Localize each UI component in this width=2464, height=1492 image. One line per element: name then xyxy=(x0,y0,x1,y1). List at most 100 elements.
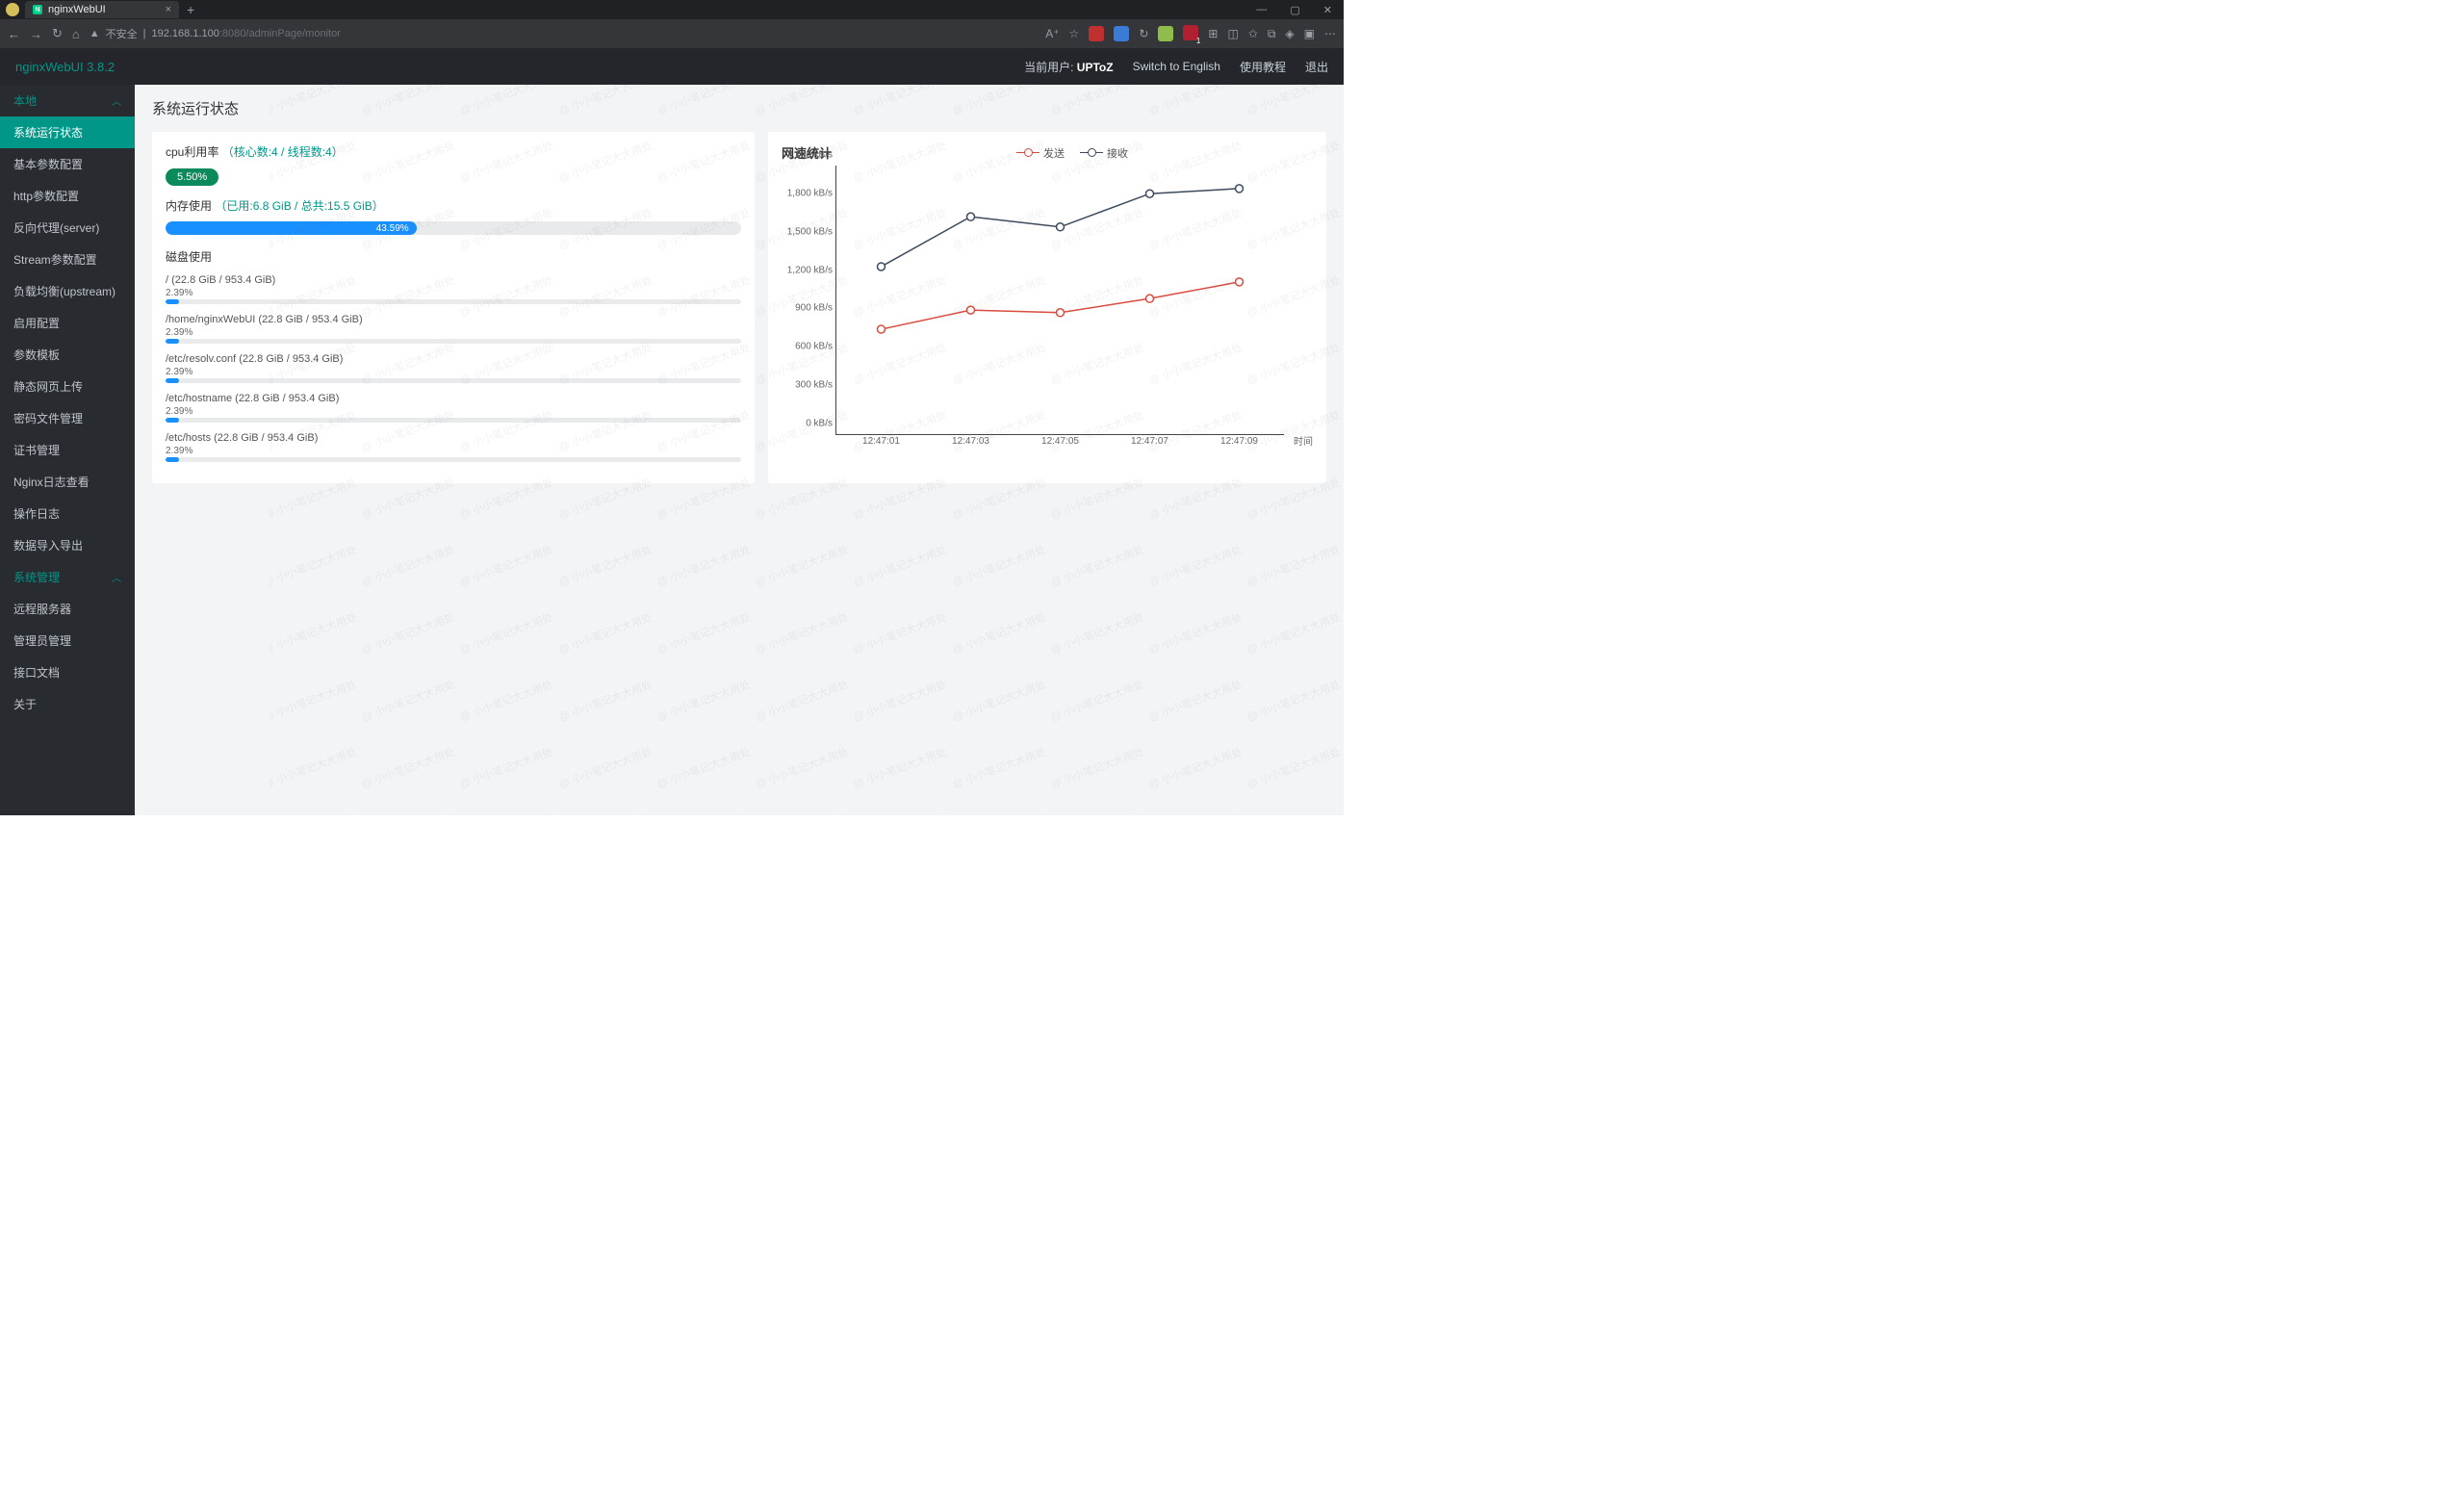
watermark-text: @ 小小笔记大大用处 xyxy=(1146,609,1262,707)
window-minimize-button[interactable]: — xyxy=(1250,4,1272,16)
extension-blue-icon[interactable] xyxy=(1114,26,1129,41)
sidebar-group-system[interactable]: 系统管理 ︿ xyxy=(0,561,135,593)
network-chart-panel: 网速统计 发送 接收 0 kB/s300 kB/s600 kB/s900 kB/… xyxy=(768,132,1326,483)
new-tab-button[interactable]: + xyxy=(181,2,200,17)
watermark-text: @ 小小笔记大大用处 xyxy=(359,744,475,815)
watermark-text: @ 小小笔记大大用处 xyxy=(852,475,967,572)
sidebar-item[interactable]: 证书管理 xyxy=(0,434,135,466)
nav-back-button[interactable]: ← xyxy=(8,27,20,41)
sidepanel-icon[interactable]: ◫ xyxy=(1227,27,1238,40)
disk-pct: 2.39% xyxy=(166,367,741,377)
window-controls: — ▢ ✕ xyxy=(1250,4,1338,16)
watermark-text: @ 小小笔记大大用处 xyxy=(458,542,574,639)
watermark-text: @ 小小笔记大大用处 xyxy=(1245,744,1344,815)
switch-language-link[interactable]: Switch to English xyxy=(1133,60,1220,73)
legend-item-send[interactable]: 发送 xyxy=(1016,145,1065,161)
nav-home-button[interactable]: ⌂ xyxy=(72,27,80,41)
sidebar-item[interactable]: 数据导入导出 xyxy=(0,529,135,561)
extension-green-icon[interactable] xyxy=(1158,26,1173,41)
sidebar: 本地 ︿ 系统运行状态基本参数配置http参数配置反向代理(server)Str… xyxy=(0,85,135,815)
watermark-text: @ 小小笔记大大用处 xyxy=(950,677,1065,774)
sidebar-item[interactable]: 远程服务器 xyxy=(0,593,135,625)
sidebar-item[interactable]: 关于 xyxy=(0,688,135,720)
chart-x-label: 时间 xyxy=(1294,433,1313,448)
disk-bar-track xyxy=(166,339,741,344)
chart-legend: 发送 接收 xyxy=(832,145,1313,161)
x-tick-label: 12:47:05 xyxy=(1041,436,1079,447)
browser-menu-icon[interactable]: ⋯ xyxy=(1324,27,1336,40)
tutorial-link[interactable]: 使用教程 xyxy=(1240,59,1286,75)
sidebar-item[interactable]: 接口文档 xyxy=(0,656,135,688)
disk-pct: 2.39% xyxy=(166,288,741,298)
browser-toolbar-right: A⁺ ☆ ↻ 1 ⊞ ◫ ✩ ⧉ ◈ ▣ ⋯ xyxy=(1045,25,1336,43)
logout-link[interactable]: 退出 xyxy=(1305,59,1328,75)
sidebar-item[interactable]: 反向代理(server) xyxy=(0,212,135,244)
cpu-label: cpu利用率 xyxy=(166,145,218,159)
browser-tab[interactable]: N nginxWebUI × xyxy=(25,1,179,18)
watermark-text: @ 小小笔记大大用处 xyxy=(654,609,770,707)
watermark-text: @ 小小笔记大大用处 xyxy=(458,811,574,815)
watermark-text: @ 小小笔记大大用处 xyxy=(359,677,475,774)
watermark-text: @ 小小笔记大大用处 xyxy=(654,744,770,815)
address-bar[interactable]: ▲ 不安全 | 192.168.1.100:8080/adminPage/mon… xyxy=(90,26,341,41)
ai-icon[interactable]: A⁺ xyxy=(1045,27,1059,40)
wallet-icon[interactable]: ◈ xyxy=(1285,27,1294,40)
y-tick-label: 300 kB/s xyxy=(795,380,833,391)
y-tick-label: 1,500 kB/s xyxy=(787,226,833,237)
sidebar-item[interactable]: 负载均衡(upstream) xyxy=(0,275,135,307)
sidebar-item[interactable]: 静态网页上传 xyxy=(0,371,135,402)
watermark-text: @ 小小笔记大大用处 xyxy=(1048,542,1164,639)
extension-red-icon[interactable] xyxy=(1089,26,1104,41)
watermark-text: @ 小小笔记大大用处 xyxy=(270,677,376,774)
watermark-text: @ 小小笔记大大用处 xyxy=(556,811,672,815)
nav-reload-button[interactable]: ↻ xyxy=(52,26,63,41)
watermark-text: @ 小小笔记大大用处 xyxy=(556,475,672,572)
address-insecure-label: 不安全 xyxy=(106,26,138,41)
window-maximize-button[interactable]: ▢ xyxy=(1284,4,1305,16)
tab-title: nginxWebUI xyxy=(48,4,106,15)
sidebar-item[interactable]: 启用配置 xyxy=(0,307,135,339)
sidebar-item[interactable]: 参数模板 xyxy=(0,339,135,371)
sidebar-item[interactable]: http参数配置 xyxy=(0,180,135,212)
chart-point xyxy=(1146,190,1154,197)
extension-reload-icon[interactable]: ↻ xyxy=(1139,27,1148,40)
extensions-grid-icon[interactable]: ⊞ xyxy=(1208,27,1218,40)
watermark-text: @ 小小笔记大大用处 xyxy=(270,609,376,707)
chart-point xyxy=(1146,295,1154,302)
chart-point xyxy=(1057,309,1065,317)
favorite-star-icon[interactable]: ☆ xyxy=(1069,27,1080,40)
watermark-text: @ 小小笔记大大用处 xyxy=(270,542,376,639)
browser-tab-bar: N nginxWebUI × + xyxy=(6,0,200,19)
extension-badge-icon[interactable]: 1 xyxy=(1183,25,1198,43)
sidebar-item[interactable]: 密码文件管理 xyxy=(0,402,135,434)
watermark-text: @ 小小笔记大大用处 xyxy=(753,811,868,815)
watermark-text: @ 小小笔记大大用处 xyxy=(458,744,574,815)
sidebar-item[interactable]: 操作日志 xyxy=(0,498,135,529)
nav-forward-button[interactable]: → xyxy=(30,27,42,41)
sidebar-item[interactable]: 管理员管理 xyxy=(0,625,135,656)
chart-point xyxy=(1236,278,1244,286)
sidebar-group-local[interactable]: 本地 ︿ xyxy=(0,85,135,116)
chart-points xyxy=(836,166,1284,434)
disk-section-label: 磁盘使用 xyxy=(166,248,741,265)
watermark-text: @ 小小笔记大大用处 xyxy=(1048,609,1164,707)
legend-label-send: 发送 xyxy=(1043,145,1065,161)
watermark-text: @ 小小笔记大大用处 xyxy=(1245,677,1344,774)
tab-actions-icon[interactable]: ▣ xyxy=(1304,27,1315,40)
close-tab-icon[interactable]: × xyxy=(166,4,171,15)
page-title: 系统运行状态 xyxy=(152,98,1326,118)
sidebar-item[interactable]: Nginx日志查看 xyxy=(0,466,135,498)
profile-avatar-icon[interactable] xyxy=(6,3,19,16)
address-host: 192.168.1.100 xyxy=(152,28,219,39)
favorites-icon[interactable]: ✩ xyxy=(1248,27,1258,40)
collections-icon[interactable]: ⧉ xyxy=(1268,27,1276,41)
app-logo[interactable]: nginxWebUI 3.8.2 xyxy=(15,60,115,74)
watermark-text: @ 小小笔记大大用处 xyxy=(270,811,376,815)
sidebar-item[interactable]: 系统运行状态 xyxy=(0,116,135,148)
legend-item-recv[interactable]: 接收 xyxy=(1080,145,1128,161)
sidebar-item[interactable]: 基本参数配置 xyxy=(0,148,135,180)
watermark-text: @ 小小笔记大大用处 xyxy=(458,677,574,774)
window-close-button[interactable]: ✕ xyxy=(1318,4,1338,16)
insecure-warning-icon: ▲ xyxy=(90,28,100,39)
sidebar-item[interactable]: Stream参数配置 xyxy=(0,244,135,275)
